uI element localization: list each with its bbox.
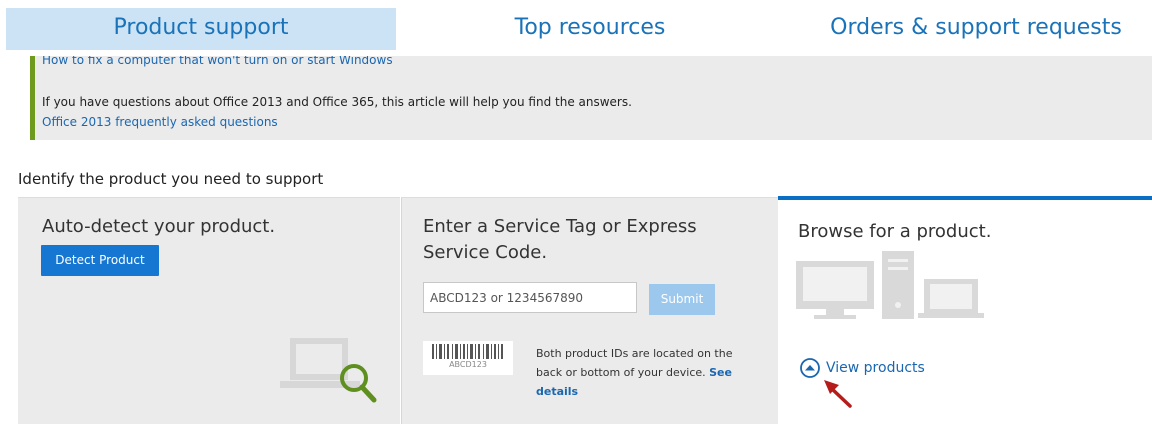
expand-circle-up-icon bbox=[800, 358, 820, 378]
fix-computer-link[interactable]: How to fix a computer that won't turn on… bbox=[42, 56, 393, 67]
browse-title: Browse for a product. bbox=[798, 221, 992, 242]
service-tag-panel: Enter a Service Tag or Express Service C… bbox=[401, 197, 778, 424]
barcode-icon bbox=[432, 344, 503, 359]
browse-product-panel: Browse for a product. View products bbox=[778, 196, 1152, 426]
service-tag-title: Enter a Service Tag or Express Service C… bbox=[423, 216, 697, 263]
top-nav-tabs: Product support Top resources Orders & s… bbox=[0, 0, 1152, 56]
auto-detect-panel: Auto-detect your product. Detect Product bbox=[18, 197, 400, 424]
barcode-label-icon: ABCD123 bbox=[423, 341, 513, 375]
tab-product-support[interactable]: Product support bbox=[6, 8, 396, 50]
laptop-magnifier-icon bbox=[280, 338, 377, 403]
announcement-box: How to fix a computer that won't turn on… bbox=[30, 56, 1152, 140]
tab-top-resources[interactable]: Top resources bbox=[430, 8, 750, 50]
auto-detect-title: Auto-detect your product. bbox=[42, 216, 276, 237]
office-faq-link[interactable]: Office 2013 frequently asked questions bbox=[42, 115, 278, 129]
tab-orders-support-requests[interactable]: Orders & support requests bbox=[800, 8, 1152, 50]
service-tag-input[interactable] bbox=[423, 282, 637, 313]
announcement-accent-bar bbox=[30, 56, 35, 140]
identify-product-heading: Identify the product you need to support bbox=[18, 170, 324, 188]
pointer-arrow-icon bbox=[824, 380, 852, 408]
view-products-label: View products bbox=[826, 360, 925, 376]
detect-product-button[interactable]: Detect Product bbox=[41, 245, 159, 276]
product-id-location-text: Both product IDs are located on the back… bbox=[536, 344, 746, 401]
desktop-laptop-icon bbox=[796, 251, 984, 319]
product-id-info: Both product IDs are located on the back… bbox=[536, 347, 733, 379]
submit-button[interactable]: Submit bbox=[649, 284, 715, 315]
office-info-text: If you have questions about Office 2013 … bbox=[42, 95, 632, 109]
barcode-code-text: ABCD123 bbox=[449, 360, 487, 369]
